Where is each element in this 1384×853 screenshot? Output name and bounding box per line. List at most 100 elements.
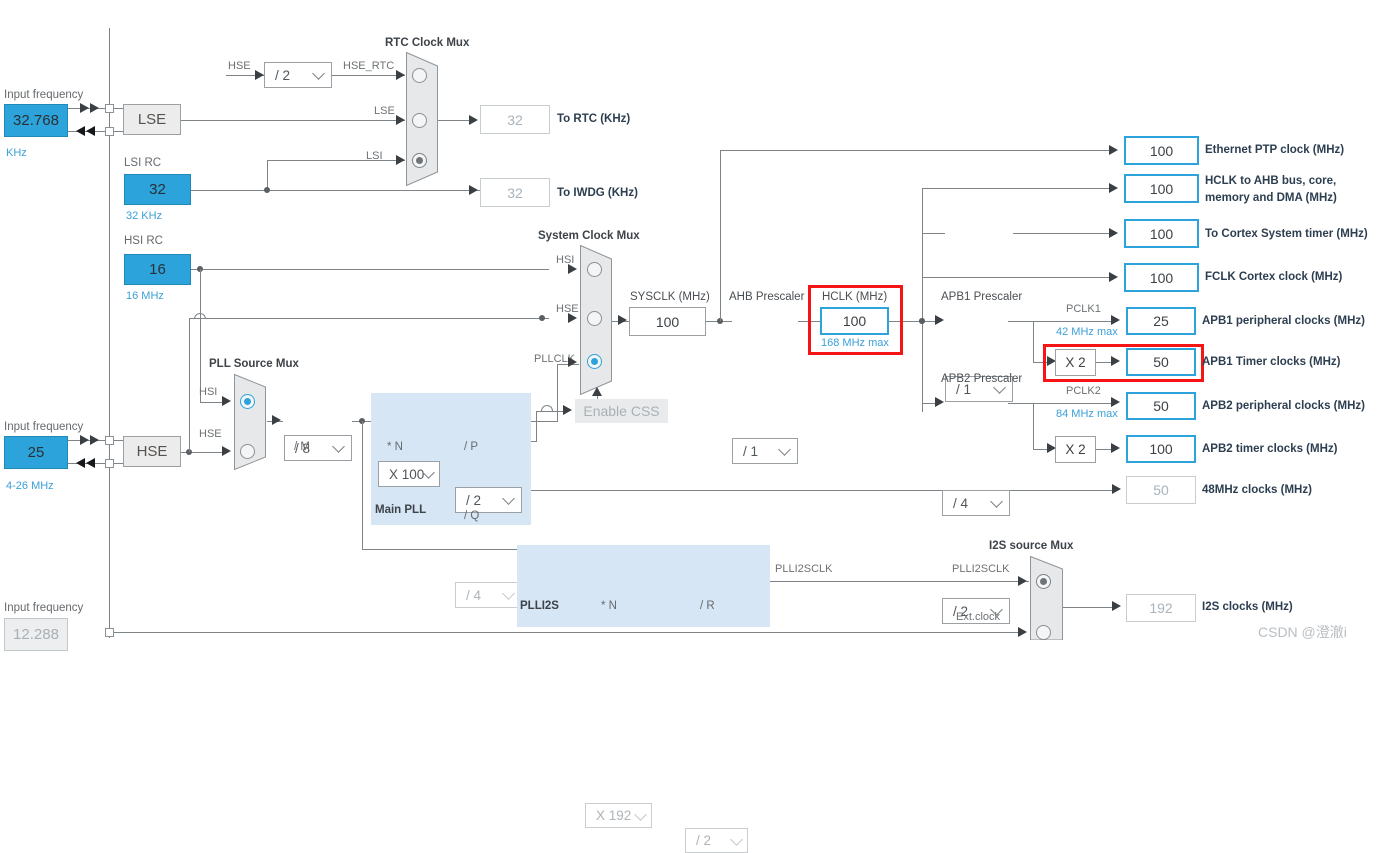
ahb-prescaler-label: AHB Prescaler: [729, 291, 805, 303]
wire-sysclk-up: [720, 150, 721, 321]
to-rtc-label: To RTC (KHz): [557, 113, 631, 125]
i2s-source-mux-title: I2S source Mux: [989, 540, 1074, 552]
apb1-prescaler-select[interactable]: / 4: [942, 490, 1010, 516]
pin-lse-top: [105, 104, 114, 113]
i2s-clocks-value: 192: [1126, 594, 1196, 622]
hclk-ahb-label-line2: memory and DMA (MHz): [1205, 192, 1337, 204]
sys-mux-radio-pllclk[interactable]: [587, 354, 602, 369]
rtc-hse-input-label: HSE: [228, 60, 251, 72]
sys-mux-hsi-arrow: [568, 264, 577, 274]
hse-input-frequency-field[interactable]: 25: [4, 436, 68, 469]
hse-in-arrow-a: [80, 435, 89, 445]
eth-ptp-arrow: [1109, 145, 1118, 155]
sys-mux-out-arrow: [618, 315, 627, 325]
rtc-mux-lse-arrow: [396, 115, 405, 125]
ethernet-ptp-label: Ethernet PTP clock (MHz): [1205, 144, 1345, 156]
hsi-rc-value: 16: [124, 254, 191, 285]
plli2s-r-select[interactable]: / 2: [685, 828, 748, 853]
enable-css-button[interactable]: Enable CSS: [575, 399, 668, 423]
rtc-mux-radio-lsi[interactable]: [412, 153, 427, 168]
pll-n-select[interactable]: X 100: [378, 461, 440, 487]
hclk-label: HCLK (MHz): [822, 291, 888, 303]
apb1-timer-multiplier: X 2: [1055, 349, 1096, 376]
sys-mux-hse-arrow: [568, 313, 577, 323]
to-iwdg-label: To IWDG (KHz): [557, 187, 638, 199]
rtc-mux-radio-hse-rtc[interactable]: [412, 68, 427, 83]
wire-apb2pre-out: [1008, 403, 1116, 404]
enable-css-in-arrow: [563, 405, 572, 415]
cortex-timer-value: 100: [1124, 219, 1199, 248]
i2s-mux-plli2sclk-arrow: [1018, 576, 1027, 586]
ahb-prescaler-select[interactable]: / 1: [732, 438, 798, 464]
hse-oscillator-box[interactable]: HSE: [123, 436, 181, 467]
pll-q-select[interactable]: / 4: [455, 582, 522, 608]
pll-mux-radio-hse[interactable]: [240, 444, 255, 459]
i2s-mux-plli2sclk-label: PLLI2SCLK: [952, 563, 1010, 575]
pclk2-label: PCLK2: [1066, 385, 1101, 397]
rtc-hse-prescaler-select[interactable]: / 2: [264, 62, 332, 88]
hclk-max-note: 168 MHz max: [821, 337, 889, 349]
plli2s-n-select[interactable]: X 192: [585, 803, 652, 828]
lse-in-arrow-b: [90, 103, 99, 113]
apb2-peripheral-label: APB2 peripheral clocks (MHz): [1202, 400, 1365, 412]
hse-input-frequency-label: Input frequency: [4, 421, 84, 433]
i2s-mux-radio-extclock[interactable]: [1036, 625, 1051, 640]
wire-p-up: [557, 364, 558, 422]
pll-mux-hse-arrow: [222, 446, 231, 456]
apb2-periph-arrow: [1111, 397, 1120, 407]
system-clock-mux-title: System Clock Mux: [538, 230, 640, 242]
pll-mux-hsi-arrow: [222, 396, 231, 406]
plli2s-title: PLLI2S: [520, 600, 559, 612]
wire-lsi-out: [191, 190, 481, 191]
i2s-mux-extclock-arrow: [1018, 627, 1027, 637]
lse-input-frequency-field[interactable]: 32.768: [4, 104, 68, 137]
wire-plli2s-out: [748, 581, 1029, 582]
sys-mux-radio-hse[interactable]: [587, 311, 602, 326]
pll-q-caption: / Q: [464, 510, 480, 522]
apb1-peripheral-value: 25: [1126, 307, 1196, 335]
apb1-periph-arrow: [1111, 315, 1120, 325]
wire-apb1pre-out: [1008, 321, 1116, 322]
plli2s-r-caption: / R: [700, 600, 715, 612]
plli2s-panel: [517, 545, 770, 627]
pin-hse-top: [105, 436, 114, 445]
wire-cortexpre-out: [1013, 233, 1114, 234]
apb2-timer-arrow: [1111, 443, 1120, 453]
wire-lse-to-rtcmux: [181, 120, 405, 121]
wire-hclk-to-cortexpre: [922, 233, 945, 234]
ethernet-ptp-value: 100: [1124, 136, 1199, 165]
sys-mux-radio-hsi[interactable]: [587, 262, 602, 277]
pclk1-max-note: 42 MHz max: [1056, 326, 1118, 338]
junction-lsi: [264, 187, 270, 193]
apb2-timer-label: APB2 timer clocks (MHz): [1202, 443, 1338, 455]
i2s-clocks-label: I2S clocks (MHz): [1202, 601, 1293, 613]
hse-out-arrow-b: [86, 458, 95, 468]
lse-in-arrow-a: [80, 103, 89, 113]
main-pll-title: Main PLL: [375, 504, 427, 516]
wire-div2-to-rtcmux: [331, 75, 405, 76]
apb1-timer-arrow: [1111, 356, 1120, 366]
rtc-mux-lsi-label: LSI: [366, 150, 383, 162]
watermark: CSDN @澄澈i: [1258, 624, 1347, 640]
i2s-mux-extclock-label: Ext.clock: [956, 611, 1001, 623]
lse-oscillator-box[interactable]: LSE: [123, 104, 181, 135]
lse-unit-note: KHz: [6, 147, 27, 159]
hse-in-arrow-b: [90, 435, 99, 445]
rtc-mux-radio-lse[interactable]: [412, 113, 427, 128]
pll-n-caption: * N: [387, 441, 403, 453]
wire-apb2-branch-down: [1033, 403, 1034, 449]
cortex-timer-arrow: [1109, 228, 1118, 238]
plli2sclk-out-label: PLLI2SCLK: [775, 563, 833, 575]
sys-mux-pllclk-arrow: [568, 357, 577, 367]
junction-hse-sysmux: [539, 315, 545, 321]
lsi-rc-value: 32: [124, 174, 191, 205]
hclk-ahb-arrow: [1109, 183, 1118, 193]
pll-mux-radio-hsi[interactable]: [240, 394, 255, 409]
rtc-hse-rtc-arrow: [396, 70, 405, 80]
hse-unit-note: 4-26 MHz: [6, 480, 54, 492]
lsi-rc-note: 32 KHz: [126, 210, 163, 222]
pll-mux-out-arrow: [272, 415, 281, 425]
pin-hse-bot: [105, 459, 114, 468]
i2s-mux-radio-plli2sclk[interactable]: [1036, 574, 1051, 589]
apb1-timer-label: APB1 Timer clocks (MHz): [1202, 356, 1341, 368]
